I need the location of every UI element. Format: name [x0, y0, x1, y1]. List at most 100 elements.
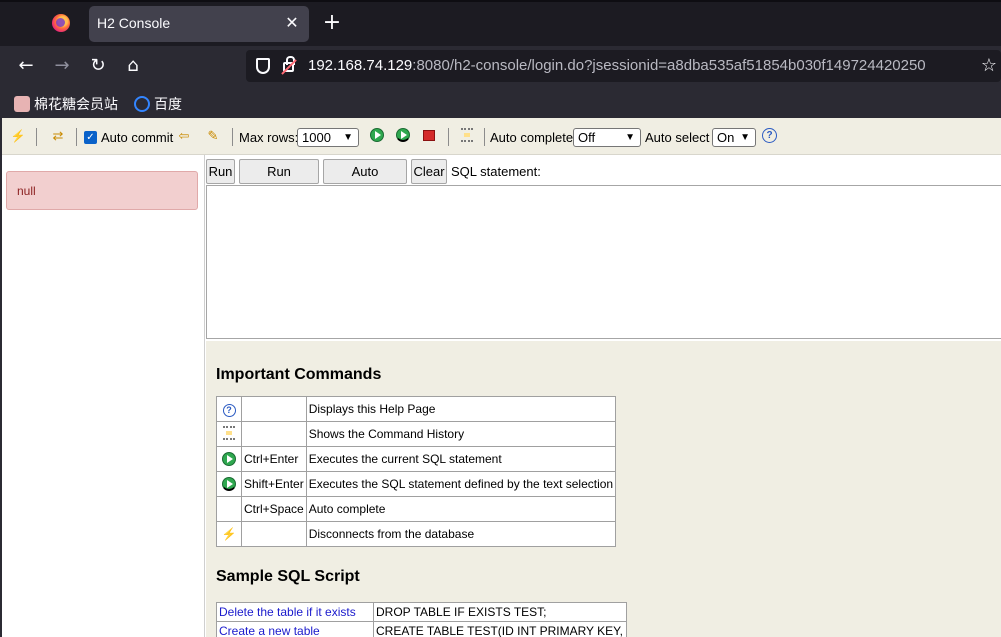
run-icon[interactable] [222, 452, 236, 467]
chevron-down-icon: ▼ [740, 132, 750, 143]
toolbar-separator [36, 128, 37, 146]
new-tab-button[interactable]: + [320, 10, 344, 36]
max-rows-value: 1000 [302, 130, 331, 145]
toolbar-separator [448, 128, 449, 146]
toolbar-separator [232, 128, 233, 146]
table-row: ? Displays this Help Page [216, 396, 617, 422]
table-cell: Disconnects from the database [305, 521, 617, 547]
sql-editor[interactable] [206, 185, 1001, 339]
table-cell: Shift+Enter [241, 471, 307, 497]
auto-select-label: Auto select [645, 130, 710, 145]
history-icon[interactable] [223, 425, 235, 440]
sample-sql-title: Sample SQL Script [216, 568, 360, 585]
help-panel: Important Commands ? Displays this Help … [206, 341, 1001, 637]
url-host: 192.168.74.129 [308, 57, 413, 74]
table-row: Create a new table CREATE TABLE TEST(ID … [216, 621, 627, 637]
sample-link[interactable]: Delete the table if it exists [216, 602, 374, 622]
auto-complete-value: Off [578, 130, 596, 145]
nav-bar: ← → ↻ ⌂ 192.168.74.129:8080/h2-console/l… [0, 46, 1001, 86]
max-rows-select[interactable]: 1000 ▼ [297, 128, 359, 147]
important-commands-title: Important Commands [216, 366, 382, 383]
rollback-icon[interactable]: ⇦ [176, 128, 192, 144]
run-icon[interactable] [370, 128, 384, 142]
table-row: Delete the table if it exists DROP TABLE… [216, 602, 627, 622]
bookmark-star-icon[interactable]: ☆ [981, 54, 997, 78]
run-button[interactable]: Run [206, 159, 235, 184]
home-icon[interactable]: ⌂ [121, 54, 145, 78]
schema-tree-panel: null [2, 155, 205, 637]
table-cell: Displays this Help Page [305, 396, 617, 422]
commit-icon[interactable]: ✎ [205, 128, 221, 144]
reload-icon[interactable]: ↻ [86, 54, 110, 78]
commands-table: ? Displays this Help Page Shows the Comm… [216, 396, 617, 547]
h2-toolbar: ⚡ ⇄ ✓ Auto commit ⇦ ✎ Max rows: 1000 ▼ Au… [2, 118, 1001, 155]
stop-icon[interactable] [423, 130, 435, 141]
max-rows-label: Max rows: [239, 130, 299, 145]
table-row: ⚡ Disconnects from the database [216, 521, 617, 547]
run-selected-button[interactable]: Run Selected [239, 159, 319, 202]
auto-select-value: On [717, 130, 735, 145]
table-cell [241, 521, 307, 547]
table-cell [241, 421, 307, 447]
url-text[interactable]: 192.168.74.129:8080/h2-console/login.do?… [308, 57, 926, 74]
run-selected-icon[interactable] [222, 477, 236, 492]
history-icon[interactable] [459, 128, 475, 144]
bookmark-label: 百度 [154, 97, 182, 113]
error-box: null [6, 171, 198, 210]
table-cell [216, 471, 242, 497]
tracking-protection-icon[interactable] [256, 58, 270, 74]
toolbar-separator [76, 128, 77, 146]
tab-title: H2 Console [97, 15, 171, 31]
bookmark-item-1[interactable]: 百度 [134, 94, 182, 114]
tab-strip: H2 Console ✕ + [0, 0, 1001, 46]
top-edge [0, 0, 1001, 2]
refresh-icon[interactable]: ⇄ [50, 128, 66, 144]
table-row: Shows the Command History [216, 421, 617, 447]
toolbar-separator [484, 128, 485, 146]
bookmark-item-0[interactable]: 棉花糖会员站 [14, 94, 118, 114]
disconnect-icon[interactable]: ⚡ [10, 128, 26, 144]
bookmark-label: 棉花糖会员站 [34, 97, 118, 113]
auto-select-select[interactable]: On ▼ [712, 128, 756, 147]
table-cell: Ctrl+Enter [241, 446, 307, 472]
table-row: Ctrl+Space Auto complete [216, 496, 617, 522]
url-bar[interactable]: 192.168.74.129:8080/h2-console/login.do?… [246, 50, 1001, 82]
chevron-down-icon: ▼ [625, 132, 635, 143]
baidu-paw-icon [134, 96, 150, 112]
table-cell [216, 421, 242, 447]
sql-statement-label: SQL statement: [451, 164, 541, 179]
sample-code: CREATE TABLE TEST(ID INT PRIMARY KEY, [373, 621, 627, 637]
table-cell: ? [216, 396, 242, 422]
help-icon[interactable]: ? [762, 128, 777, 143]
firefox-logo-icon[interactable] [52, 14, 70, 32]
insecure-lock-icon[interactable] [283, 56, 295, 72]
table-cell [216, 496, 242, 522]
table-cell: Ctrl+Space [241, 496, 307, 522]
back-icon[interactable]: ← [14, 54, 38, 78]
table-cell: Executes the current SQL statement [305, 446, 617, 472]
auto-commit-label: Auto commit [101, 130, 174, 145]
chevron-down-icon: ▼ [343, 132, 353, 143]
forward-icon[interactable]: → [50, 54, 74, 78]
auto-complete-select[interactable]: Off ▼ [573, 128, 641, 147]
help-icon[interactable]: ? [222, 403, 236, 417]
sample-code: DROP TABLE IF EXISTS TEST; [373, 602, 627, 622]
table-cell: ⚡ [216, 521, 242, 547]
table-cell: Shows the Command History [305, 421, 617, 447]
run-selected-icon[interactable] [396, 128, 410, 142]
auto-complete-button[interactable]: Auto complete [323, 159, 407, 202]
table-row: Ctrl+Enter Executes the current SQL stat… [216, 446, 617, 472]
auto-commit-checkbox[interactable]: ✓ [84, 131, 97, 144]
auto-complete-label: Auto complete [490, 130, 574, 145]
table-cell [241, 396, 307, 422]
tab-h2-console[interactable]: H2 Console ✕ [89, 6, 309, 42]
close-tab-icon[interactable]: ✕ [283, 13, 301, 33]
pink-site-icon [14, 96, 30, 112]
table-cell: Executes the SQL statement defined by th… [305, 471, 617, 497]
table-cell [216, 446, 242, 472]
clear-button[interactable]: Clear [411, 159, 447, 184]
error-text: null [17, 184, 36, 198]
sample-link[interactable]: Create a new table [216, 621, 374, 637]
disconnect-icon[interactable]: ⚡ [222, 527, 237, 541]
table-cell: Auto complete [305, 496, 617, 522]
